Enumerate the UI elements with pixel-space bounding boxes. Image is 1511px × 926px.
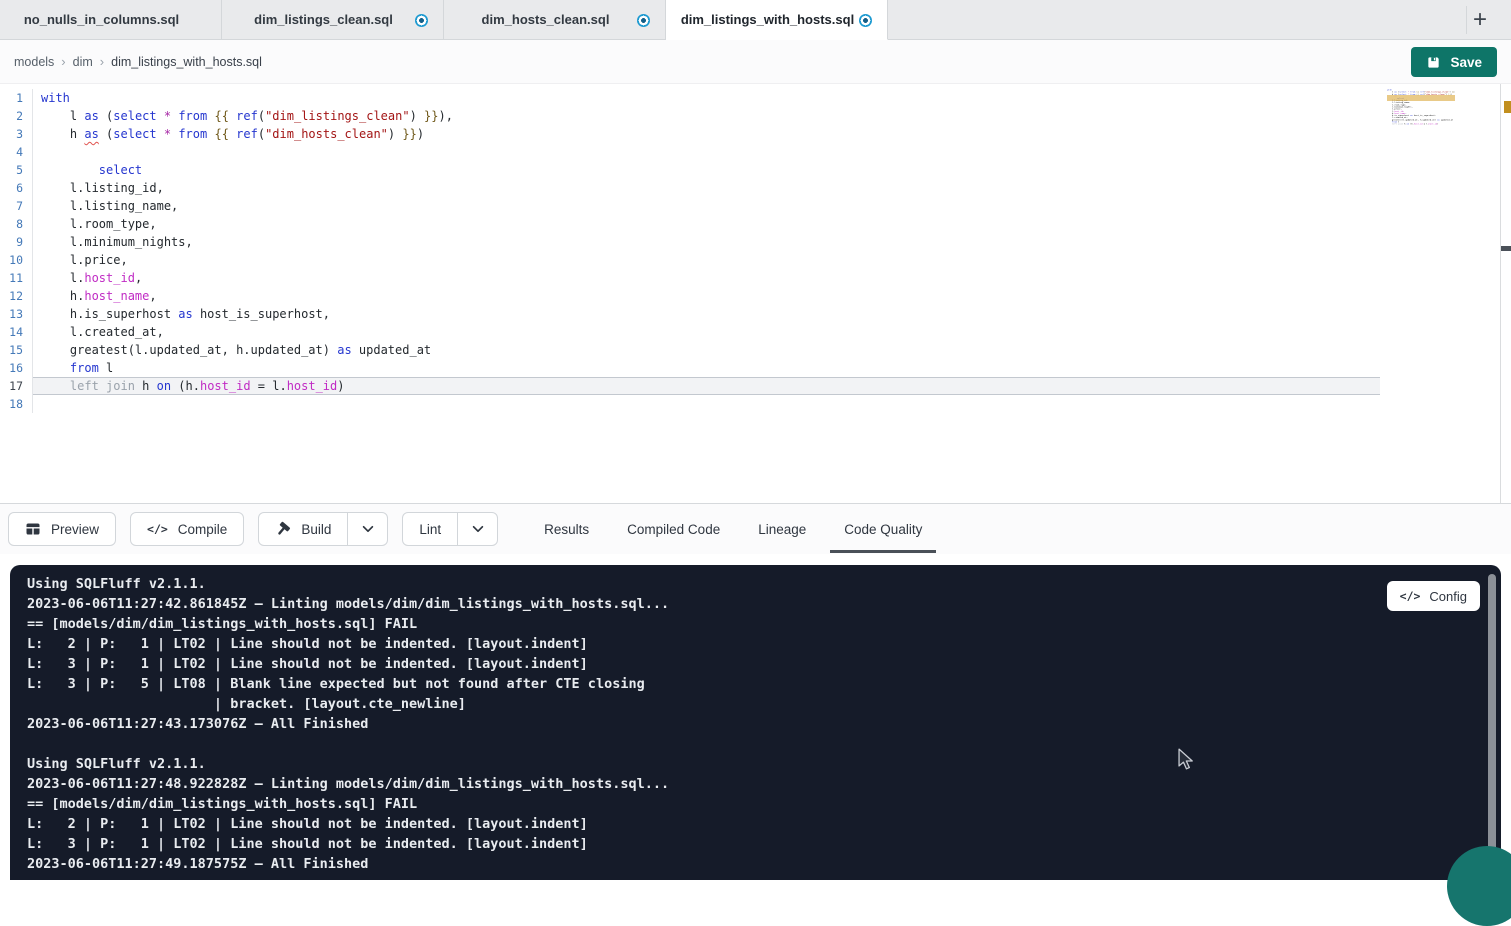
line-number: 18: [0, 395, 32, 413]
cursor-position-marker: [1501, 246, 1511, 251]
code-line: 16 from l: [0, 359, 1511, 377]
line-number: 2: [0, 107, 32, 125]
build-split-button: Build: [258, 512, 388, 546]
line-number: 6: [0, 179, 32, 197]
editor-action-bar: Preview </> Compile Build Lint: [0, 504, 1511, 554]
tab-no_nulls_in_columns.sql[interactable]: no_nulls_in_columns.sql: [0, 0, 222, 39]
code-line: 4: [0, 143, 1511, 161]
line-number: 4: [0, 143, 32, 161]
code-editor[interactable]: 1with2 l as (select * from {{ ref("dim_l…: [0, 84, 1511, 504]
breadcrumb-bar: models › dim › dim_listings_with_hosts.sql S…: [0, 40, 1511, 84]
compile-button[interactable]: </> Compile: [130, 512, 244, 546]
chevron-down-icon: [471, 522, 485, 536]
compile-label: Compile: [178, 522, 228, 537]
floppy-disk-icon: [1426, 55, 1441, 70]
line-number: 5: [0, 161, 32, 179]
terminal-scrollbar[interactable]: [1488, 574, 1496, 862]
line-number: 8: [0, 215, 32, 233]
tab-dim_listings_with_hosts.sql[interactable]: dim_listings_with_hosts.sql: [666, 0, 888, 40]
code-line: 3 h as (select * from {{ ref("dim_hosts_…: [0, 125, 1511, 143]
code-line: 12 h.host_name,: [0, 287, 1511, 305]
panel-tab-compiled-code[interactable]: Compiled Code: [625, 504, 722, 554]
save-button[interactable]: Save: [1411, 47, 1497, 77]
code-line: 10 l.price,: [0, 251, 1511, 269]
lint-split-button: Lint: [402, 512, 498, 546]
unsaved-changes-icon: [637, 14, 650, 27]
panel-tab-results[interactable]: Results: [542, 504, 591, 554]
code-line: 5 select: [0, 161, 1511, 179]
tab-label: no_nulls_in_columns.sql: [24, 12, 197, 27]
overview-ruler: [1500, 84, 1511, 503]
config-button[interactable]: </> Config: [1387, 581, 1480, 611]
tab-label: dim_hosts_clean.sql: [482, 12, 628, 27]
code-line: 7 l.listing_name,: [0, 197, 1511, 215]
line-number: 17: [0, 377, 32, 395]
open-file-tabs: no_nulls_in_columns.sql dim_listings_clea…: [0, 0, 888, 39]
code-icon: </>: [147, 522, 168, 536]
line-number: 14: [0, 323, 32, 341]
breadcrumb-item[interactable]: dim: [73, 55, 93, 69]
minimap-lint-highlight: [1387, 95, 1455, 101]
build-options-button[interactable]: [347, 513, 387, 545]
line-number: 3: [0, 125, 32, 143]
lint-warning-marker: [1504, 101, 1511, 113]
breadcrumb-item[interactable]: dim_listings_with_hosts.sql: [111, 55, 262, 69]
code-line: 15 greatest(l.updated_at, h.updated_at) …: [0, 341, 1511, 359]
config-label: Config: [1429, 589, 1467, 604]
code-lines: 1with2 l as (select * from {{ ref("dim_l…: [0, 89, 1511, 413]
line-number: 13: [0, 305, 32, 323]
panel-tab-code-quality[interactable]: Code Quality: [842, 504, 924, 554]
chevron-right-icon: ›: [100, 54, 104, 69]
hammer-icon: [275, 521, 291, 537]
code-line: 14 l.created_at,: [0, 323, 1511, 341]
line-number: 9: [0, 233, 32, 251]
lint-log-text: Using SQLFluff v2.1.1. 2023-06-06T11:27:…: [10, 565, 1501, 874]
preview-button[interactable]: Preview: [8, 512, 116, 546]
terminal-output[interactable]: Using SQLFluff v2.1.1. 2023-06-06T11:27:…: [10, 565, 1501, 880]
panel-tab-lineage[interactable]: Lineage: [756, 504, 808, 554]
code-line: 11 l.host_id,: [0, 269, 1511, 287]
code-line: 18: [0, 395, 1511, 413]
code-line: 2 l as (select * from {{ ref("dim_listin…: [0, 107, 1511, 125]
breadcrumb: models › dim › dim_listings_with_hosts.sql: [14, 54, 262, 69]
code-line: 9 l.minimum_nights,: [0, 233, 1511, 251]
line-number: 15: [0, 341, 32, 359]
tab-label: dim_listings_clean.sql: [254, 12, 411, 27]
unsaved-changes-icon: [415, 14, 428, 27]
code-line: 1with: [0, 89, 1511, 107]
new-tab-button[interactable]: +: [1466, 6, 1493, 34]
tab-dim_hosts_clean.sql[interactable]: dim_hosts_clean.sql: [444, 0, 666, 39]
code-line: 8 l.room_type,: [0, 215, 1511, 233]
code-line: 17 left join h on (h.host_id = l.host_id…: [0, 377, 1511, 395]
line-number: 7: [0, 197, 32, 215]
code-line: 6 l.listing_id,: [0, 179, 1511, 197]
result-panel-tabs: Results Compiled Code Lineage Code Quality: [542, 504, 958, 554]
tab-dim_listings_clean.sql[interactable]: dim_listings_clean.sql: [222, 0, 444, 39]
line-number: 16: [0, 359, 32, 377]
lint-label: Lint: [419, 522, 441, 537]
code-line: 13 h.is_superhost as host_is_superhost,: [0, 305, 1511, 323]
minimap[interactable]: with l as (select * from {{ ref("dim_lis…: [1387, 89, 1455, 133]
preview-label: Preview: [51, 522, 99, 537]
unsaved-changes-icon: [859, 14, 872, 27]
line-number: 1: [0, 89, 32, 107]
build-label: Build: [301, 522, 331, 537]
help-fab-button[interactable]: [1447, 846, 1511, 926]
save-label: Save: [1450, 55, 1482, 70]
build-button[interactable]: Build: [259, 513, 347, 545]
chevron-down-icon: [361, 522, 375, 536]
tab-label: dim_listings_with_hosts.sql: [681, 12, 872, 27]
breadcrumb-item[interactable]: models: [14, 55, 54, 69]
editor-tab-bar: no_nulls_in_columns.sql dim_listings_clea…: [0, 0, 1511, 40]
line-number: 11: [0, 269, 32, 287]
code-icon: </>: [1400, 589, 1421, 603]
line-number: 12: [0, 287, 32, 305]
chevron-right-icon: ›: [61, 54, 65, 69]
table-icon: [25, 521, 41, 537]
lint-button[interactable]: Lint: [403, 513, 457, 545]
lint-options-button[interactable]: [457, 513, 497, 545]
line-number: 10: [0, 251, 32, 269]
